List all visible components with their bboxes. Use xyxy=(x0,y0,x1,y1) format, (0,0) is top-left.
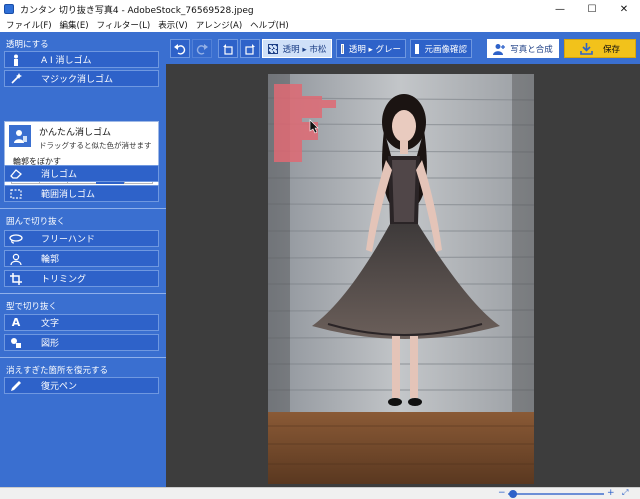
menu-view[interactable]: 表示(V) xyxy=(154,19,191,31)
undo-button[interactable] xyxy=(170,39,190,58)
undo-icon xyxy=(174,43,186,55)
zoom-out-button[interactable]: − xyxy=(498,488,506,498)
download-icon xyxy=(580,42,593,55)
magic-wand-icon xyxy=(5,72,27,85)
easy-eraser-icon xyxy=(9,125,31,147)
rotate-left-icon xyxy=(223,43,233,55)
save-label: 保存 xyxy=(602,44,620,55)
compose-button[interactable]: 写真と合成 xyxy=(487,39,559,58)
mode-gray-button[interactable]: 透明 ▸ グレー xyxy=(336,39,406,58)
easy-eraser-title: かんたん消しゴム xyxy=(39,128,112,138)
range-select-icon xyxy=(5,188,27,199)
rotate-left-button[interactable] xyxy=(218,39,238,58)
restore-pen-button[interactable]: 復元ペン xyxy=(4,377,159,394)
eraser-label: 消しゴム xyxy=(41,170,78,180)
toolbar: 透明 ▸ 市松 透明 ▸ グレー 元画像確認 写真と合成 保存 xyxy=(166,32,640,64)
mode-gray-label: 透明 ▸ グレー xyxy=(348,44,401,55)
sidebar-divider xyxy=(0,357,166,358)
section-title-shape: 型で切り抜く xyxy=(6,302,58,312)
crop-icon xyxy=(5,272,27,285)
section-title-restore: 消えすぎた箇所を復元する xyxy=(6,366,109,376)
pen-icon xyxy=(5,380,27,392)
save-button[interactable]: 保存 xyxy=(564,39,636,58)
ai-eraser-button[interactable]: A I 消しゴム xyxy=(4,51,159,68)
range-eraser-button[interactable]: 範囲消しゴム xyxy=(4,185,159,202)
canvas-area[interactable] xyxy=(166,64,640,487)
zoom-slider-thumb[interactable] xyxy=(508,490,517,498)
sidebar-divider xyxy=(0,293,166,294)
view-original-button[interactable]: 元画像確認 xyxy=(410,39,472,58)
checkbox-icon xyxy=(415,43,420,54)
person-outline-icon xyxy=(5,253,27,265)
easy-eraser-panel[interactable]: かんたん消しゴム ドラッグすると似た色が消せます 輪郭をぼかす なし 最弱 弱 … xyxy=(4,121,159,193)
sidebar: 透明にする A I 消しゴム マジック消しゴム かんたん消しゴム ドラッグすると… xyxy=(0,32,166,487)
magic-eraser-button[interactable]: マジック消しゴム xyxy=(4,70,159,87)
zoom-slider-track[interactable] xyxy=(508,493,604,495)
eraser-icon xyxy=(5,168,27,179)
zoom-in-button[interactable]: + xyxy=(607,488,615,498)
photo-image xyxy=(268,74,534,484)
status-bar: − + ⤢ xyxy=(0,487,640,499)
redo-button[interactable] xyxy=(192,39,212,58)
redo-icon xyxy=(196,43,208,55)
outline-button[interactable]: 輪郭 xyxy=(4,250,159,267)
sidebar-divider xyxy=(0,208,166,209)
ai-eraser-label: A I 消しゴム xyxy=(41,56,92,66)
range-eraser-label: 範囲消しゴム xyxy=(41,190,96,200)
compose-label: 写真と合成 xyxy=(510,44,553,55)
shapes-icon xyxy=(5,337,27,349)
section-title-enclose: 囲んで切り抜く xyxy=(6,217,66,227)
section-title-transparent: 透明にする xyxy=(6,40,49,50)
magic-eraser-label: マジック消しゴム xyxy=(41,75,114,85)
mode-checker-label: 透明 ▸ 市松 xyxy=(282,44,327,55)
trimming-label: トリミング xyxy=(41,275,87,285)
gray-box-icon xyxy=(341,43,344,54)
menu-filter[interactable]: フィルター(L) xyxy=(93,19,155,31)
easy-eraser-description: ドラッグすると似た色が消せます xyxy=(39,141,152,150)
mode-checker-button[interactable]: 透明 ▸ 市松 xyxy=(262,39,332,58)
title-bar: カンタン 切り抜き写真4 - AdobeStock_76569528.jpeg … xyxy=(0,0,640,18)
photo[interactable] xyxy=(268,74,534,484)
menu-arrange[interactable]: アレンジ(A) xyxy=(192,19,246,31)
letter-a-icon: A xyxy=(11,316,21,329)
app-icon xyxy=(4,4,14,14)
minimize-button[interactable]: — xyxy=(544,0,576,18)
text-button[interactable]: A 文字 xyxy=(4,314,159,331)
text-label: 文字 xyxy=(41,319,60,329)
menu-edit[interactable]: 編集(E) xyxy=(56,19,93,31)
outline-label: 輪郭 xyxy=(41,255,60,265)
trimming-button[interactable]: トリミング xyxy=(4,270,159,287)
figure-button[interactable]: 図形 xyxy=(4,334,159,351)
window-title: カンタン 切り抜き写真4 - AdobeStock_76569528.jpeg xyxy=(20,5,254,16)
rotate-right-button[interactable] xyxy=(240,39,260,58)
person-icon xyxy=(5,54,27,66)
freehand-button[interactable]: フリーハンド xyxy=(4,230,159,247)
freehand-label: フリーハンド xyxy=(41,235,95,245)
view-original-label: 元画像確認 xyxy=(424,44,467,55)
maximize-button[interactable]: ☐ xyxy=(576,0,608,18)
fit-screen-icon[interactable]: ⤢ xyxy=(622,488,628,498)
menu-file[interactable]: ファイル(F) xyxy=(2,19,56,31)
menu-help[interactable]: ヘルプ(H) xyxy=(246,19,293,31)
figure-label: 図形 xyxy=(41,339,60,349)
rotate-right-icon xyxy=(245,43,255,55)
menu-bar: ファイル(F) 編集(E) フィルター(L) 表示(V) アレンジ(A) ヘルプ… xyxy=(0,18,640,32)
close-button[interactable]: ✕ xyxy=(608,0,640,18)
eraser-button[interactable]: 消しゴム xyxy=(4,165,159,182)
lasso-icon xyxy=(5,233,27,244)
person-plus-icon xyxy=(493,43,506,55)
checker-icon xyxy=(267,43,278,54)
restore-pen-label: 復元ペン xyxy=(41,382,78,392)
